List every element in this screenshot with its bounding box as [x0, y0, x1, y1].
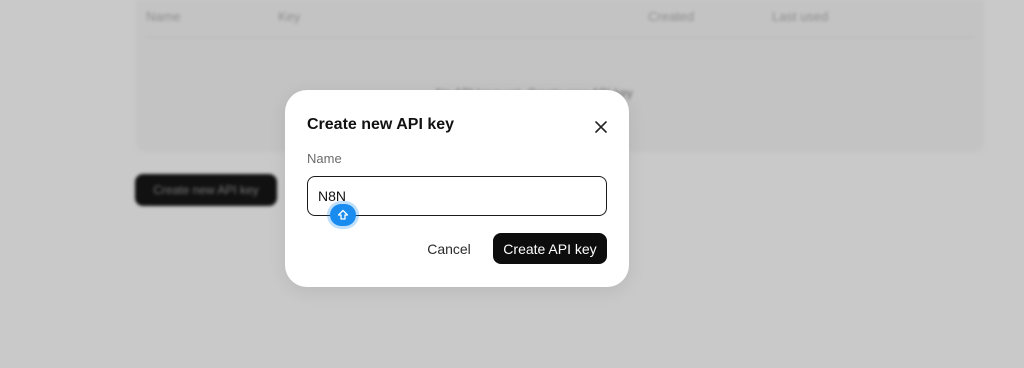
column-header-created: Created: [648, 9, 695, 24]
text-cursor-indicator: [330, 204, 356, 226]
shift-arrow-icon: [337, 209, 349, 220]
create-new-api-key-button[interactable]: Create new API key: [135, 174, 277, 206]
name-field-label: Name: [307, 151, 342, 166]
close-button[interactable]: [591, 117, 611, 137]
cancel-button[interactable]: Cancel: [413, 234, 485, 264]
table-header: Name Key Created Last used: [136, 9, 984, 25]
column-header-key: Key: [278, 9, 301, 24]
create-api-key-button[interactable]: Create API key: [493, 233, 607, 264]
column-header-name: Name: [146, 9, 181, 24]
column-header-last-used: Last used: [772, 9, 829, 24]
close-icon: [595, 121, 607, 133]
table-divider: [146, 37, 974, 38]
create-api-key-dialog: Create new API key Name Cancel Create AP…: [285, 90, 629, 287]
dialog-title: Create new API key: [307, 116, 455, 133]
